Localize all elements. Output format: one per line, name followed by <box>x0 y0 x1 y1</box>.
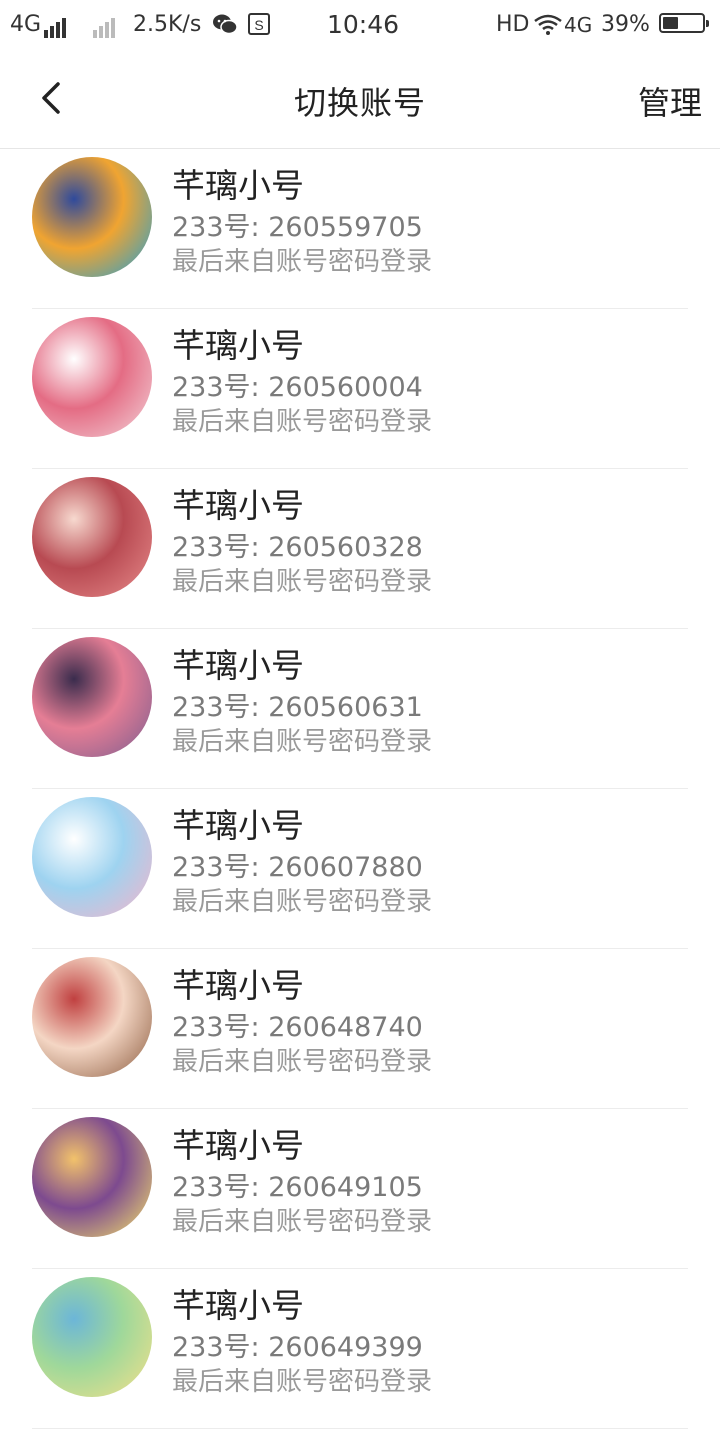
last-login-method: 最后来自账号密码登录 <box>172 727 433 757</box>
avatar <box>32 157 152 277</box>
avatar <box>32 637 152 757</box>
account-row[interactable]: 芊璃小号 233号: 260607880 最后来自账号密码登录 <box>32 789 688 949</box>
account-row[interactable]: 芊璃小号 233号: 260648740 最后来自账号密码登录 <box>32 949 688 1109</box>
manage-button[interactable]: 管理 <box>638 78 702 124</box>
signal-dim-icon <box>93 12 117 38</box>
hd-indicator: HD <box>496 12 530 37</box>
account-row[interactable]: 芊璃小号 233号: 260649399 最后来自账号密码登录 <box>32 1269 688 1429</box>
account-id: 233号: 260648740 <box>172 1012 423 1043</box>
account-id: 233号: 260560328 <box>172 532 423 563</box>
account-id: 233号: 260649105 <box>172 1172 423 1203</box>
last-login-method: 最后来自账号密码登录 <box>172 247 433 277</box>
signal-icon <box>44 12 68 38</box>
avatar <box>32 957 152 1077</box>
account-row[interactable]: 芊璃小号 233号: 260559705 最后来自账号密码登录 <box>32 149 688 309</box>
account-name: 芊璃小号 <box>172 166 304 205</box>
last-login-method: 最后来自账号密码登录 <box>172 887 433 917</box>
account-name: 芊璃小号 <box>172 646 304 685</box>
last-login-method: 最后来自账号密码登录 <box>172 567 433 597</box>
account-row[interactable]: 芊璃小号 233号: 260649105 最后来自账号密码登录 <box>32 1109 688 1269</box>
account-name: 芊璃小号 <box>172 966 304 1005</box>
account-name: 芊璃小号 <box>172 806 304 845</box>
account-id: 233号: 260560004 <box>172 372 423 403</box>
avatar <box>32 1117 152 1237</box>
account-name: 芊璃小号 <box>172 1126 304 1165</box>
last-login-method: 最后来自账号密码登录 <box>172 1047 433 1077</box>
wifi-icon <box>533 12 563 38</box>
last-login-method: 最后来自账号密码登录 <box>172 1367 433 1397</box>
avatar <box>32 317 152 437</box>
nav-bar: 切换账号 管理 <box>0 50 720 149</box>
account-name: 芊璃小号 <box>172 486 304 525</box>
account-id: 233号: 260560631 <box>172 692 423 723</box>
avatar <box>32 1277 152 1397</box>
wechat-icon <box>212 12 238 38</box>
last-login-method: 最后来自账号密码登录 <box>172 1207 433 1237</box>
clock: 10:46 <box>327 10 400 39</box>
battery-percent: 39% <box>601 12 650 37</box>
battery-icon <box>659 13 709 33</box>
account-list: 芊璃小号 233号: 260559705 最后来自账号密码登录 芊璃小号 233号: 2… <box>0 149 720 1429</box>
network-speed: 2.5K/s <box>133 12 202 37</box>
account-id: 233号: 260649399 <box>172 1332 423 1363</box>
account-row[interactable]: 芊璃小号 233号: 260560631 最后来自账号密码登录 <box>32 629 688 789</box>
last-login-method: 最后来自账号密码登录 <box>172 407 433 437</box>
account-row[interactable]: 芊璃小号 233号: 260560004 最后来自账号密码登录 <box>32 309 688 469</box>
svg-text:S: S <box>254 17 263 33</box>
network-type-right: 4G <box>564 13 593 37</box>
account-row[interactable]: 芊璃小号 233号: 260560328 最后来自账号密码登录 <box>32 469 688 629</box>
avatar <box>32 797 152 917</box>
account-id: 233号: 260607880 <box>172 852 423 883</box>
account-id: 233号: 260559705 <box>172 212 423 243</box>
account-name: 芊璃小号 <box>172 1286 304 1325</box>
account-name: 芊璃小号 <box>172 326 304 365</box>
status-bar: 4G 2.5K/s S 10:46 HD 4G 39% <box>0 0 720 50</box>
app-s-icon: S <box>248 12 270 38</box>
network-type-left: 4G <box>10 12 42 37</box>
avatar <box>32 477 152 597</box>
page-title: 切换账号 <box>293 84 426 122</box>
